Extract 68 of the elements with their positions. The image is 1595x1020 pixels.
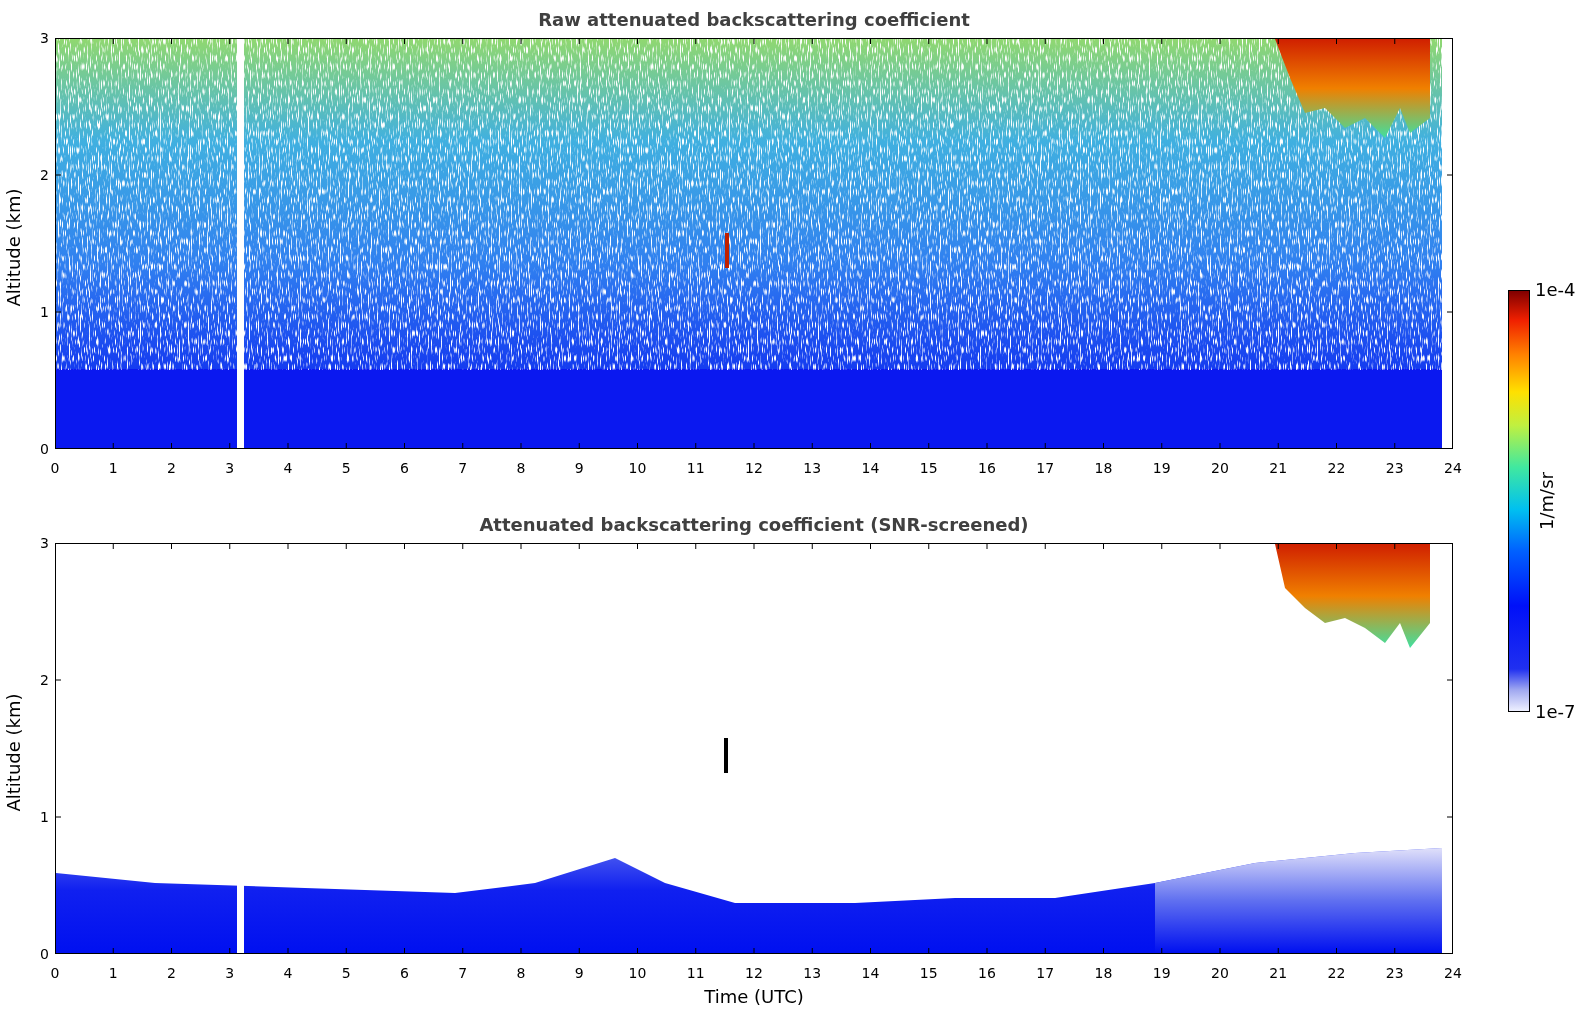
plot-title: Attenuated backscattering coefficient (SNR-screened) bbox=[479, 513, 1029, 537]
tick-label: 13 bbox=[802, 965, 823, 982]
tick-label: 19 bbox=[1151, 460, 1172, 477]
tick-label: 1 bbox=[107, 460, 119, 477]
tick-label: 2 bbox=[166, 965, 177, 982]
tick-label: 14 bbox=[860, 965, 881, 982]
tick-label: 20 bbox=[1210, 460, 1230, 477]
tick-label: 7 bbox=[457, 965, 469, 982]
cloud-streak bbox=[725, 233, 729, 268]
tick-label: 22 bbox=[1326, 965, 1347, 982]
colorbar-unit-label: 1/m/sr bbox=[1537, 472, 1557, 530]
tick-label: 23 bbox=[1384, 460, 1405, 477]
tick-label: 2 bbox=[40, 672, 49, 688]
tick-label: 21 bbox=[1268, 460, 1289, 477]
tick-label: 14 bbox=[860, 460, 881, 477]
tick-label: 7 bbox=[457, 460, 469, 477]
tick-label: 16 bbox=[977, 460, 997, 477]
tick-label: 3 bbox=[40, 535, 49, 551]
tick-label: 5 bbox=[340, 460, 352, 477]
tick-label: 13 bbox=[802, 460, 823, 477]
axis-label: Time (UTC) bbox=[704, 986, 804, 1007]
tick-label: 4 bbox=[282, 460, 294, 477]
tick-label: 6 bbox=[399, 460, 410, 477]
tick-label: 3 bbox=[224, 460, 236, 477]
tick-label: 15 bbox=[918, 460, 939, 477]
tick-label: 2 bbox=[40, 167, 49, 183]
tick-label: 0 bbox=[40, 441, 49, 457]
tick-label: 20 bbox=[1210, 965, 1230, 982]
axis-label: Altitude (km) bbox=[2, 188, 24, 307]
tick-label: 23 bbox=[1384, 965, 1405, 982]
tick-label: 0 bbox=[49, 965, 61, 982]
tick-label: 0 bbox=[49, 460, 61, 477]
tick-label: 24 bbox=[1443, 460, 1463, 477]
tick-label: 22 bbox=[1326, 460, 1347, 477]
tick-label: 11 bbox=[685, 965, 706, 982]
tick-label: 12 bbox=[744, 460, 764, 477]
tick-label: 17 bbox=[1035, 460, 1056, 477]
cloud-streak bbox=[724, 738, 728, 773]
tick-label: 11 bbox=[685, 460, 706, 477]
tick-label: 8 bbox=[515, 460, 527, 477]
tick-label: 19 bbox=[1151, 965, 1172, 982]
tick-label: 3 bbox=[40, 30, 49, 46]
tick-label: 2 bbox=[166, 460, 177, 477]
tick-label: 12 bbox=[744, 965, 764, 982]
tick-label: 10 bbox=[627, 460, 648, 477]
tick-label: 16 bbox=[977, 965, 997, 982]
axis-label: Altitude (km) bbox=[2, 693, 24, 812]
tick-label: 1 bbox=[40, 304, 49, 320]
tick-label: 4 bbox=[282, 965, 294, 982]
tick-label: 6 bbox=[399, 965, 410, 982]
tick-label: 9 bbox=[573, 965, 585, 982]
tick-label: 1 bbox=[107, 965, 119, 982]
tick-label: 3 bbox=[224, 965, 236, 982]
tick-label: 1 bbox=[40, 809, 49, 825]
tick-label: 18 bbox=[1093, 460, 1114, 477]
tick-label: 10 bbox=[627, 965, 648, 982]
tick-label: 9 bbox=[573, 460, 585, 477]
tick-label: 0 bbox=[40, 946, 49, 962]
tick-label: 18 bbox=[1093, 965, 1114, 982]
tick-label: 15 bbox=[918, 965, 939, 982]
plot-title: Raw attenuated backscattering coefficient bbox=[538, 8, 970, 32]
tick-label: 24 bbox=[1443, 965, 1463, 982]
tick-label: 5 bbox=[340, 965, 352, 982]
tick-label: 21 bbox=[1268, 965, 1289, 982]
colorbar-max-label: 1e-4 bbox=[1535, 280, 1576, 300]
tick-label: 17 bbox=[1035, 965, 1056, 982]
colorbar-min-label: 1e-7 bbox=[1535, 702, 1576, 722]
tick-label: 8 bbox=[515, 965, 527, 982]
